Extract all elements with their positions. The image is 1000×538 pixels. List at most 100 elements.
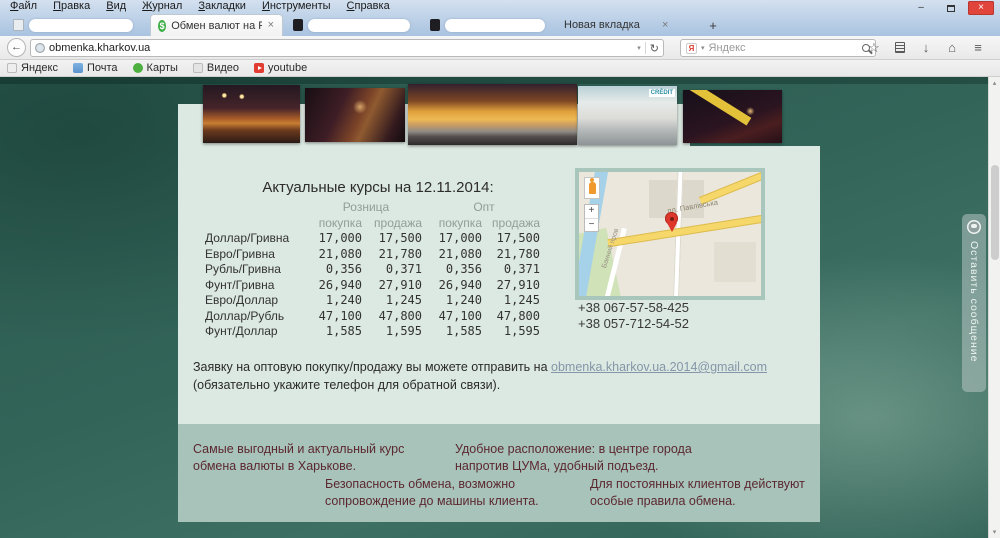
downloads-icon[interactable]: ↓ [918,39,934,56]
bookmark-star-icon[interactable]: ☆ [866,39,882,56]
page-favicon-icon [13,19,24,31]
tab-strip: $ Обмен валют на Розы Л... × Новая вклад… [0,14,1000,36]
map-marker-pin-icon [665,212,678,225]
tab-active-obmenka[interactable]: $ Обмен валют на Розы Л... × [150,14,283,36]
minimize-button[interactable]: – [908,1,934,15]
rate-value: 1,240 [425,293,485,309]
photo-exchange-night-2[interactable] [305,88,405,142]
zoom-out-button[interactable]: − [585,218,598,231]
rate-value: 1,585 [425,324,485,340]
panel-lines-icon [895,42,905,53]
rate-value: 27,910 [485,278,543,294]
address-bar[interactable]: obmenka.kharkov.ua ▾ ↻ [30,39,664,57]
menu-tools[interactable]: Инструменты [254,0,339,14]
bookmark-mail[interactable]: Почта [73,62,118,74]
pegman-icon [589,182,596,194]
back-button[interactable]: ← [7,38,26,57]
tab-4[interactable] [423,14,555,36]
video-icon [193,63,203,73]
hamburger-menu-icon[interactable]: ≡ [970,39,986,56]
rate-value: 17,000 [307,231,365,247]
zoom-in-button[interactable]: + [585,205,598,218]
feature-security: Безопасность обмена, возможносопровожден… [325,476,539,509]
search-input[interactable]: Яндекс [709,42,858,54]
rate-value: 1,245 [485,293,543,309]
bookmark-maps[interactable]: Карты [133,62,178,74]
tab-3[interactable] [286,14,419,36]
engine-dropdown-icon[interactable]: ▾ [701,44,705,52]
pair-label: Фунт/Гривна [205,278,307,294]
photo-exchange-night-1[interactable] [203,85,300,143]
open-new-tab-button[interactable]: + [702,17,724,35]
yandex-engine-icon[interactable]: Я [686,43,697,54]
col-header: покупка [425,216,485,232]
active-tab-title: Обмен валют на Розы Л... [171,20,261,32]
page-scrollbar[interactable]: ▴ ▾ [988,77,1000,538]
pegman-control[interactable] [584,177,600,199]
rate-value: 21,780 [365,247,425,263]
tab-new[interactable]: Новая вкладка × [557,14,693,36]
maximize-button[interactable] [938,1,964,15]
rates-title: Актуальные курсы на 12.11.2014: [193,179,563,196]
col-header: покупка [307,216,365,232]
col-header: продажа [485,216,543,232]
location-map[interactable]: пл. Павлівська Банний пров + − [575,168,765,300]
toolbar-icons: ☆ ↓ ⌂ ≡ [866,39,986,56]
tab-1[interactable] [6,14,148,36]
scrollbar-thumb[interactable] [991,165,999,260]
page-content: CRÉDIT Актуальные курсы на 12.11.2014: Р… [0,77,988,538]
tab-4-title [445,19,545,32]
col-header: продажа [365,216,425,232]
menu-edit[interactable]: Правка [45,0,98,14]
phone-numbers: +38 067-57-58-425 +38 057-712-54-52 [578,300,689,332]
home-icon[interactable]: ⌂ [944,39,960,56]
menu-view[interactable]: Вид [98,0,134,14]
rate-value: 27,910 [365,278,425,294]
tab-close-icon[interactable]: × [267,20,275,31]
pair-label: Доллар/Рубль [205,309,307,325]
credit-sign-label: CRÉDIT [649,89,675,97]
tab-close-icon[interactable]: × [661,20,669,31]
photo-exchange-night-3[interactable] [683,90,782,143]
bookmark-video[interactable]: Видео [193,62,239,74]
menu-bookmarks[interactable]: Закладки [190,0,254,14]
photo-exchange-day[interactable]: CRÉDIT [578,86,677,145]
menu-help[interactable]: Справка [339,0,398,14]
leave-message-label: Оставить сообщение [968,241,980,363]
group-header-wholesale: Опт [425,200,543,216]
rates-table: Розница Опт покупка продажа покупка прод… [205,200,543,340]
scroll-down-icon[interactable]: ▾ [989,528,1000,536]
close-window-button[interactable]: × [968,1,994,15]
photo-exchange-building-wide[interactable] [408,84,577,145]
history-dropdown-icon[interactable]: ▾ [637,44,641,52]
email-link[interactable]: obmenka.kharkov.ua.2014@gmail.com [551,360,767,374]
divider [645,42,646,54]
navigation-toolbar: ← obmenka.kharkov.ua ▾ ↻ Я ▾ Яндекс ☆ ↓ … [0,36,1000,60]
leave-message-tab[interactable]: Оставить сообщение [962,214,986,392]
rate-value: 1,585 [307,324,365,340]
rate-value: 0,371 [485,262,543,278]
url-text[interactable]: obmenka.kharkov.ua [49,42,633,54]
feature-best-rate: Самые выгодный и актуальный курсобмена в… [193,441,404,474]
rate-value: 47,800 [485,309,543,325]
tab-3-title [308,19,410,32]
menu-history[interactable]: Журнал [134,0,190,14]
reload-button[interactable]: ↻ [650,42,659,55]
phone-2: +38 057-712-54-52 [578,316,689,332]
search-bar[interactable]: Я ▾ Яндекс [680,39,876,57]
bookmark-yandex[interactable]: Яндекс [7,62,58,74]
dark-favicon-icon [293,19,303,31]
scroll-up-icon[interactable]: ▴ [989,79,1000,87]
youtube-play-icon [254,63,264,73]
map-building [714,242,756,282]
menu-file[interactable]: Файл [2,0,45,14]
pair-label: Фунт/Доллар [205,324,307,340]
bookmarks-panel-icon[interactable] [892,39,908,56]
maximize-icon [947,5,955,12]
rate-value: 26,940 [425,278,485,294]
rate-value: 0,371 [365,262,425,278]
feature-location: Удобное расположение: в центре городанап… [455,441,692,474]
bookmark-youtube[interactable]: youtube [254,62,307,74]
yandex-bookmark-icon [7,63,17,73]
menu-bar: Файл Правка Вид Журнал Закладки Инструме… [2,0,398,14]
